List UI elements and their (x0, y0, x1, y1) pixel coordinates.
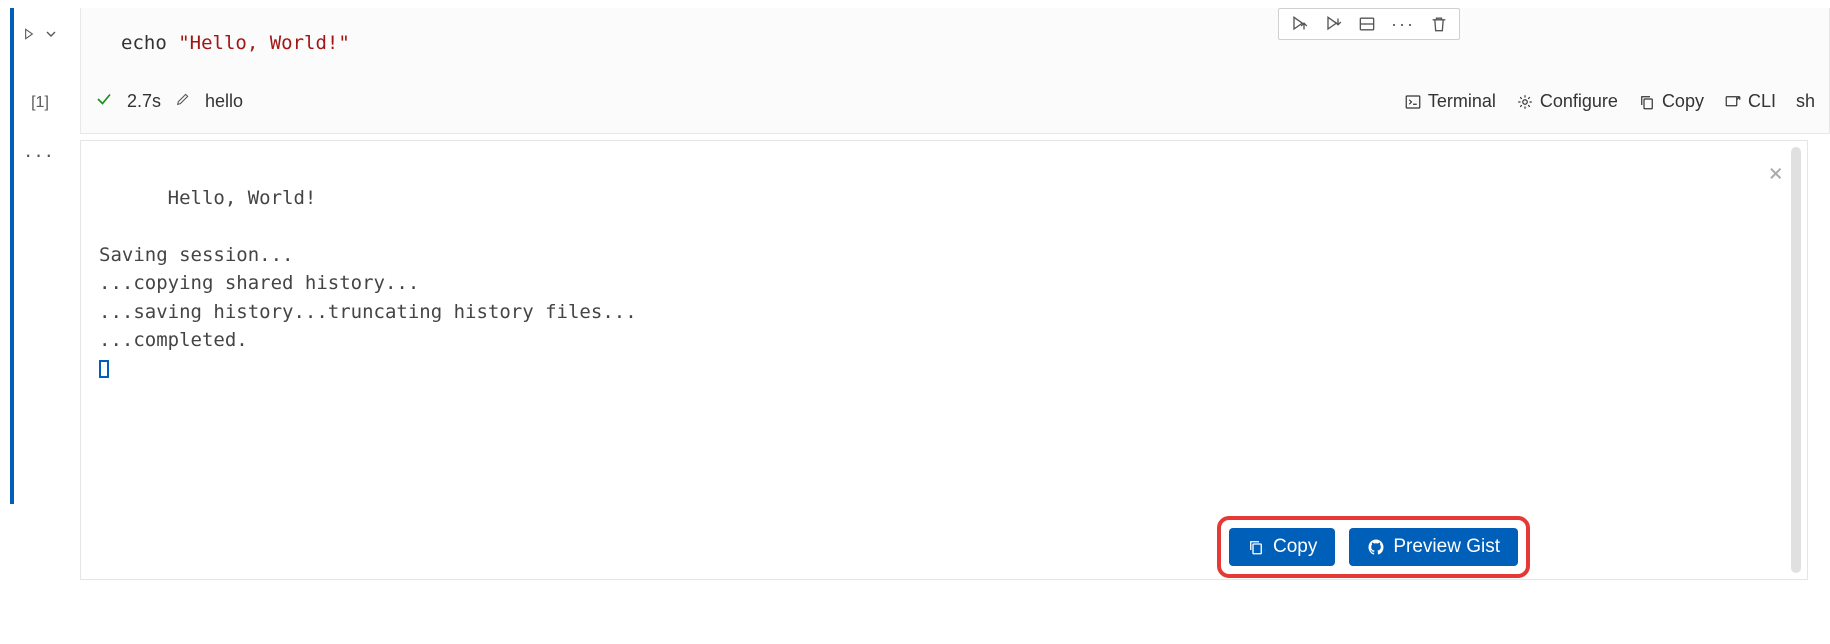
more-actions-icon[interactable]: ··· (1391, 15, 1415, 33)
cell-toolbar: ··· (1278, 8, 1460, 40)
preview-gist-button[interactable]: Preview Gist (1349, 528, 1518, 566)
close-output-icon[interactable]: × (1769, 155, 1783, 191)
success-icon (95, 90, 113, 113)
copy-cell-label: Copy (1662, 91, 1704, 112)
cli-label: CLI (1748, 91, 1776, 112)
language-label[interactable]: sh (1796, 91, 1815, 112)
cell-label[interactable]: hello (205, 91, 243, 112)
output-gutter: ··· (0, 134, 80, 504)
copy-button[interactable]: Copy (1229, 528, 1335, 566)
cell-status-bar: 2.7s hello Terminal Configure Copy (81, 84, 1829, 123)
delete-cell-icon[interactable] (1429, 14, 1449, 34)
execution-duration: 2.7s (127, 91, 161, 112)
terminal-label: Terminal (1428, 91, 1496, 112)
terminal-cursor (99, 360, 109, 378)
configure-label: Configure (1540, 91, 1618, 112)
cli-button[interactable]: CLI (1724, 91, 1776, 112)
run-cell-button[interactable] (21, 26, 59, 42)
active-cell-indicator (10, 8, 14, 134)
run-above-icon[interactable] (1289, 14, 1309, 34)
preview-gist-label: Preview Gist (1393, 536, 1500, 558)
active-output-indicator (10, 134, 14, 504)
code-gutter: [1] (0, 8, 80, 134)
code-cell[interactable]: echo "Hello, World!" 2.7s hello Terminal (80, 8, 1830, 134)
output-panel: Hello, World! Saving session... ...copyi… (80, 140, 1808, 580)
copy-button-label: Copy (1273, 536, 1317, 558)
open-terminal-button[interactable]: Terminal (1404, 91, 1496, 112)
edit-label-icon[interactable] (175, 91, 191, 112)
run-below-icon[interactable] (1323, 14, 1343, 34)
configure-button[interactable]: Configure (1516, 91, 1618, 112)
highlighted-actions: Copy Preview Gist (1217, 516, 1530, 578)
execution-count: [1] (31, 94, 49, 112)
split-cell-icon[interactable] (1357, 14, 1377, 34)
code-editor[interactable]: echo "Hello, World!" (81, 8, 1829, 84)
code-token-string: "Hello, World!" (178, 32, 350, 54)
output-collapse-icon[interactable]: ··· (25, 148, 56, 161)
output-text: Hello, World! Saving session... ...copyi… (99, 187, 637, 352)
output-scrollbar[interactable] (1791, 147, 1801, 573)
code-token-command: echo (121, 32, 167, 54)
copy-cell-button[interactable]: Copy (1638, 91, 1704, 112)
